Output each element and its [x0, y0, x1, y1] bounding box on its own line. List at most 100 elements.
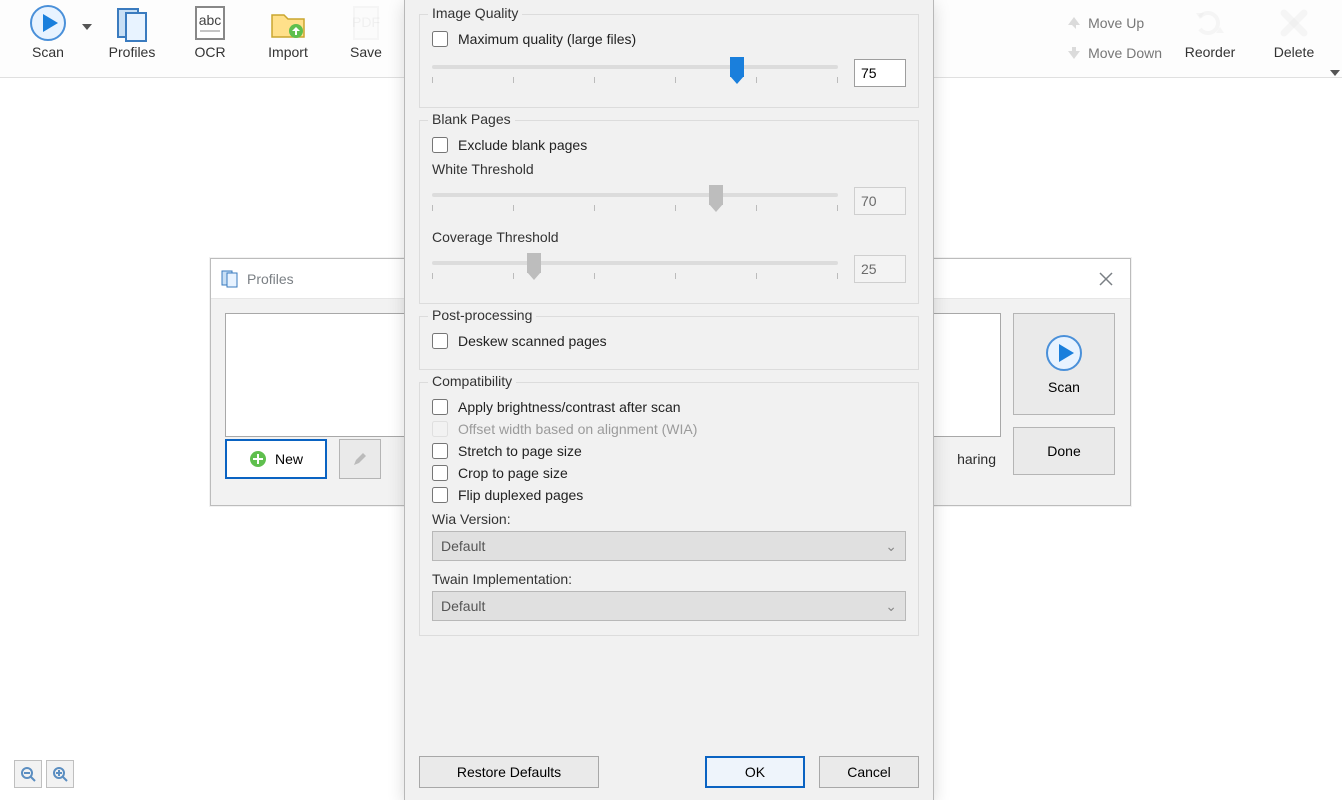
ok-label: OK [745, 764, 765, 780]
brightness-label: Apply brightness/contrast after scan [458, 399, 681, 415]
stretch-input[interactable] [432, 443, 448, 459]
zoom-out-icon [20, 766, 36, 782]
profiles-button[interactable]: Profiles [90, 2, 174, 74]
ocr-button[interactable]: abc OCR [174, 2, 246, 74]
profiles-scan-button[interactable]: Scan [1013, 313, 1115, 415]
profiles-title-icon [221, 270, 239, 288]
coverage-threshold-label: Coverage Threshold [432, 229, 906, 245]
max-quality-checkbox[interactable]: Maximum quality (large files) [432, 31, 906, 47]
move-up-button[interactable]: Move Up [1060, 10, 1168, 36]
zoom-out-button[interactable] [14, 760, 42, 788]
delete-x-icon [1274, 2, 1314, 44]
save-label: Save [350, 44, 382, 60]
profiles-label: Profiles [109, 44, 156, 60]
exclude-blank-label: Exclude blank pages [458, 137, 587, 153]
stretch-label: Stretch to page size [458, 443, 582, 459]
white-threshold-slider[interactable] [432, 181, 838, 221]
save-pdf-icon: PDF [346, 2, 386, 44]
brightness-input[interactable] [432, 399, 448, 415]
profiles-scan-label: Scan [1048, 379, 1080, 395]
max-quality-input[interactable] [432, 31, 448, 47]
restore-defaults-label: Restore Defaults [457, 764, 561, 780]
move-group: Move Up Move Down [1060, 2, 1168, 74]
sharing-button-partial[interactable]: haring [957, 439, 1004, 479]
scan-button[interactable]: Scan [6, 2, 90, 74]
crop-checkbox[interactable]: Crop to page size [432, 465, 906, 481]
crop-input[interactable] [432, 465, 448, 481]
stretch-checkbox[interactable]: Stretch to page size [432, 443, 906, 459]
scan-play-icon [1044, 333, 1084, 373]
ocr-label: OCR [194, 44, 225, 60]
post-processing-group: Post-processing Deskew scanned pages [419, 316, 919, 370]
scan-play-icon [28, 2, 68, 44]
chevron-down-icon: ⌄ [885, 538, 897, 555]
dropdown-icon[interactable] [82, 22, 92, 32]
profiles-icon [112, 2, 152, 44]
deskew-input[interactable] [432, 333, 448, 349]
coverage-threshold-slider[interactable] [432, 249, 838, 289]
profile-new-button[interactable]: New [225, 439, 327, 479]
save-button[interactable]: PDF Save [330, 2, 402, 74]
toolbar-overflow-icon[interactable] [1330, 68, 1340, 78]
flip-input[interactable] [432, 487, 448, 503]
coverage-threshold-value [854, 255, 906, 283]
exclude-blank-checkbox[interactable]: Exclude blank pages [432, 137, 906, 153]
image-quality-group: Image Quality Maximum quality (large fil… [419, 14, 919, 108]
arrow-down-icon [1066, 45, 1082, 61]
offset-wia-input [432, 421, 448, 437]
profile-new-label: New [275, 451, 303, 467]
import-label: Import [268, 44, 308, 60]
profiles-title-text: Profiles [247, 271, 294, 287]
import-button[interactable]: Import [246, 2, 330, 74]
compatibility-group: Compatibility Apply brightness/contrast … [419, 382, 919, 636]
white-threshold-value [854, 187, 906, 215]
chevron-down-icon: ⌄ [885, 598, 897, 615]
advanced-footer: Restore Defaults OK Cancel [405, 744, 933, 800]
move-up-label: Move Up [1088, 15, 1144, 31]
cancel-button[interactable]: Cancel [819, 756, 919, 788]
import-folder-icon [268, 2, 308, 44]
wia-version-combo[interactable]: Default ⌄ [432, 531, 906, 561]
profile-edit-button[interactable] [339, 439, 381, 479]
pencil-icon [352, 451, 368, 467]
blank-pages-group: Blank Pages Exclude blank pages White Th… [419, 120, 919, 304]
wia-version-label: Wia Version: [432, 511, 906, 527]
restore-defaults-button[interactable]: Restore Defaults [419, 756, 599, 788]
crop-label: Crop to page size [458, 465, 568, 481]
reorder-label: Reorder [1185, 44, 1236, 60]
white-threshold-label: White Threshold [432, 161, 906, 177]
ok-button[interactable]: OK [705, 756, 805, 788]
profiles-done-button[interactable]: Done [1013, 427, 1115, 475]
deskew-checkbox[interactable]: Deskew scanned pages [432, 333, 906, 349]
zoom-in-button[interactable] [46, 760, 74, 788]
zoom-in-icon [52, 766, 68, 782]
image-quality-legend: Image Quality [428, 5, 522, 21]
svg-text:PDF: PDF [352, 14, 380, 30]
wia-version-value: Default [441, 538, 485, 554]
move-down-button[interactable]: Move Down [1060, 40, 1168, 66]
flip-label: Flip duplexed pages [458, 487, 583, 503]
reorder-icon [1190, 2, 1230, 44]
offset-wia-label: Offset width based on alignment (WIA) [458, 421, 697, 437]
exclude-blank-input[interactable] [432, 137, 448, 153]
profiles-close-button[interactable] [1092, 265, 1120, 293]
cancel-label: Cancel [847, 764, 891, 780]
brightness-checkbox[interactable]: Apply brightness/contrast after scan [432, 399, 906, 415]
flip-checkbox[interactable]: Flip duplexed pages [432, 487, 906, 503]
svg-text:abc: abc [199, 12, 222, 28]
plus-icon [249, 450, 267, 468]
deskew-label: Deskew scanned pages [458, 333, 607, 349]
advanced-settings-dialog: Image Quality Maximum quality (large fil… [404, 0, 934, 800]
image-quality-slider[interactable] [432, 53, 838, 93]
sharing-label: haring [957, 451, 996, 467]
compatibility-legend: Compatibility [428, 373, 516, 389]
image-quality-value[interactable] [854, 59, 906, 87]
move-down-label: Move Down [1088, 45, 1162, 61]
scan-label: Scan [32, 44, 64, 60]
reorder-button[interactable]: Reorder [1168, 2, 1252, 74]
delete-button[interactable]: Delete [1252, 2, 1336, 74]
twain-combo[interactable]: Default ⌄ [432, 591, 906, 621]
arrow-up-icon [1066, 15, 1082, 31]
blank-pages-legend: Blank Pages [428, 111, 515, 127]
zoom-controls [14, 760, 74, 788]
